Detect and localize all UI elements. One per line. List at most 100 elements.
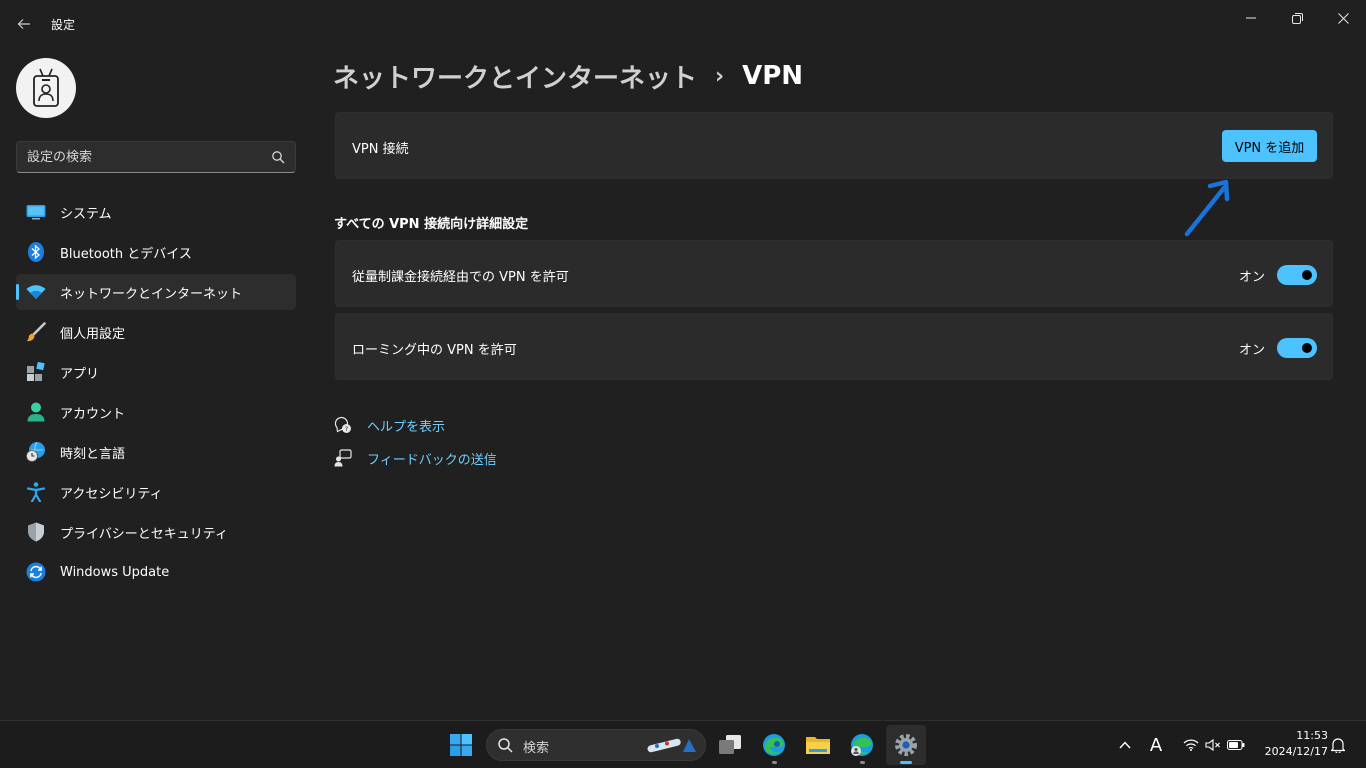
task-view-button[interactable] <box>710 725 750 765</box>
system-monitor-icon <box>26 202 46 222</box>
apps-icon <box>26 362 46 382</box>
roaming-vpn-setting-card: ローミング中の VPN を許可 オン <box>335 313 1333 380</box>
taskbar-search-box[interactable]: 検索 <box>486 729 706 761</box>
settings-search-box[interactable] <box>16 141 296 173</box>
vpn-connections-label: VPN 接続 <box>352 142 409 157</box>
roaming-vpn-toggle[interactable] <box>1277 338 1317 358</box>
toggle-state-label: オン <box>1238 342 1265 358</box>
close-button[interactable] <box>1328 6 1358 30</box>
close-icon <box>1337 12 1349 24</box>
start-button[interactable] <box>441 725 481 765</box>
add-vpn-button[interactable]: VPN を追加 <box>1222 130 1317 162</box>
battery-icon <box>1227 740 1245 750</box>
sidebar-item-privacy-security[interactable]: プライバシーとセキュリティ <box>16 514 296 550</box>
back-arrow-icon <box>17 19 30 29</box>
breadcrumb-parent-link[interactable]: ネットワークとインターネット <box>333 58 697 95</box>
show-hidden-icons-button[interactable] <box>1116 733 1134 757</box>
taskbar-settings-button[interactable] <box>886 725 926 765</box>
wifi-icon <box>1183 739 1199 751</box>
file-explorer-icon <box>806 737 830 754</box>
settings-search-input[interactable] <box>27 148 257 166</box>
bluetooth-icon <box>26 242 46 262</box>
taskbar-edge-button[interactable] <box>754 725 794 765</box>
back-button[interactable] <box>12 12 36 36</box>
app-title: 設定 <box>51 18 76 32</box>
breadcrumb-separator: › <box>715 63 725 89</box>
search-icon <box>498 738 513 753</box>
running-indicator <box>772 761 777 764</box>
sidebar-item-bluetooth[interactable]: Bluetooth とデバイス <box>16 234 296 270</box>
sidebar-item-label: 時刻と言語 <box>60 446 126 462</box>
help-icon: ? <box>333 415 353 435</box>
wifi-icon <box>26 282 46 302</box>
taskbar-clock[interactable]: 11:53 2024/12/17 <box>1256 728 1328 760</box>
metered-vpn-toggle[interactable] <box>1277 265 1317 285</box>
taskbar-file-explorer-button[interactable] <box>798 725 838 765</box>
roaming-vpn-setting-label: ローミング中の VPN を許可 <box>352 343 517 358</box>
edge-icon <box>763 734 785 756</box>
mute-icon <box>1205 739 1220 751</box>
sidebar-item-windows-update[interactable]: Windows Update <box>16 554 296 590</box>
windows-update-icon <box>26 562 46 582</box>
maximize-icon <box>1291 12 1303 24</box>
help-link-text[interactable]: ヘルプを表示 <box>367 416 445 435</box>
sidebar-item-personalization[interactable]: 個人用設定 <box>16 314 296 350</box>
sidebar-item-label: アプリ <box>60 366 100 382</box>
sidebar-item-label: ネットワークとインターネット <box>60 286 243 302</box>
feedback-link[interactable]: フィードバックの送信 <box>333 447 497 469</box>
clock-date: 2024/12/17 <box>1264 745 1328 758</box>
sidebar-item-label: アカウント <box>60 406 126 422</box>
taskbar-search-label: 検索 <box>523 741 550 756</box>
sidebar-nav: システム Bluetooth とデバイス ネットワークとインターネット 個人用設… <box>16 194 296 594</box>
sidebar-item-system[interactable]: システム <box>16 194 296 230</box>
notification-bell-icon <box>1331 738 1345 753</box>
badge-icon <box>33 68 59 107</box>
sidebar-item-accounts[interactable]: アカウント <box>16 394 296 430</box>
accessibility-icon <box>26 482 46 502</box>
sidebar-item-label: プライバシーとセキュリティ <box>60 526 228 542</box>
running-indicator <box>860 761 865 764</box>
sidebar-item-accessibility[interactable]: アクセシビリティ <box>16 474 296 510</box>
annotation-arrow-icon <box>1184 179 1230 237</box>
taskbar-edge-profile-button[interactable] <box>842 725 882 765</box>
sidebar-item-apps[interactable]: アプリ <box>16 354 296 390</box>
sidebar-item-network[interactable]: ネットワークとインターネット <box>16 274 296 310</box>
breadcrumb: ネットワークとインターネット › VPN <box>333 56 803 96</box>
toggle-knob <box>1302 270 1312 280</box>
minimize-button[interactable] <box>1236 6 1266 30</box>
taskbar: 検索 A <box>0 720 1366 768</box>
metered-vpn-setting-label: 従量制課金接続経由での VPN を許可 <box>352 270 569 285</box>
roaming-vpn-toggle-group: オン <box>1239 338 1317 358</box>
metered-vpn-setting-card: 従量制課金接続経由での VPN を許可 オン <box>335 240 1333 307</box>
time-language-icon <box>26 442 46 462</box>
sidebar-item-label: アクセシビリティ <box>60 486 163 502</box>
minimize-icon <box>1246 17 1256 19</box>
user-avatar[interactable] <box>16 58 76 118</box>
help-link[interactable]: ? ヘルプを表示 <box>333 414 445 436</box>
toggle-state-label: オン <box>1238 269 1265 285</box>
chevron-up-icon <box>1119 741 1131 749</box>
search-icon[interactable] <box>271 150 285 164</box>
advanced-settings-heading: すべての VPN 接続向け詳細設定 <box>334 217 529 232</box>
feedback-link-text[interactable]: フィードバックの送信 <box>367 449 497 468</box>
sidebar-item-label: システム <box>60 206 112 222</box>
task-view-icon <box>719 735 741 754</box>
quick-settings-button[interactable] <box>1179 733 1249 757</box>
notification-center-button[interactable] <box>1330 733 1346 757</box>
running-indicator <box>900 761 912 764</box>
account-icon <box>26 402 46 422</box>
start-icon <box>450 734 472 756</box>
search-highlight-icon <box>647 738 696 753</box>
vpn-connections-card: VPN 接続 VPN を追加 <box>335 112 1333 179</box>
sidebar-item-label: 個人用設定 <box>60 326 126 342</box>
svg-text:?: ? <box>345 425 348 433</box>
ime-indicator[interactable]: A <box>1147 733 1165 757</box>
edge-profile-icon <box>851 734 873 756</box>
sidebar-item-time-language[interactable]: 時刻と言語 <box>16 434 296 470</box>
maximize-button[interactable] <box>1282 6 1312 30</box>
title-bar: 設定 <box>0 0 1366 48</box>
settings-icon <box>895 734 917 756</box>
page-title: VPN <box>742 61 804 91</box>
toggle-knob <box>1302 343 1312 353</box>
metered-vpn-toggle-group: オン <box>1239 265 1317 285</box>
